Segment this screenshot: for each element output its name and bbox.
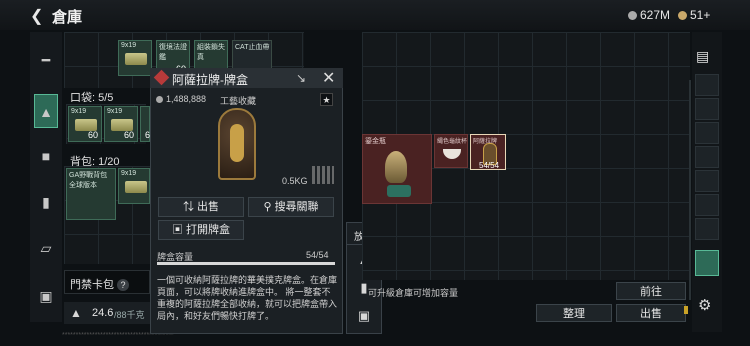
item-name: CAT止血帶: [235, 44, 270, 51]
popup-title: 阿薩拉牌-牌盒: [172, 73, 248, 87]
lock-icon: ▣: [171, 224, 183, 236]
price-row: 1,488,888: [156, 94, 206, 104]
toolbox-icon[interactable]: ▣: [354, 308, 374, 328]
vest-icon[interactable]: ▲: [34, 94, 58, 128]
card-pack-label: 門禁卡包?: [70, 276, 129, 292]
upgrade-hint: 可升級倉庫可增加容量: [368, 288, 459, 298]
item-name: 9x19: [121, 170, 137, 177]
close-icon[interactable]: ✕: [322, 68, 335, 88]
sell-button[interactable]: ⇅ 出售: [158, 197, 244, 217]
sell-button-label: 出售: [197, 201, 220, 213]
shield-icon[interactable]: ▱: [34, 236, 58, 260]
storage-home-icon[interactable]: ▤: [696, 48, 709, 65]
gear-icon[interactable]: ⚙: [698, 296, 711, 314]
currency-value-2: 51+: [690, 8, 711, 22]
inventory-item[interactable]: 60: [140, 106, 155, 142]
capacity-bar: [157, 262, 335, 265]
weapon-icon[interactable]: ━: [34, 48, 58, 72]
token-icon: [678, 11, 687, 20]
goto-button[interactable]: 前往: [616, 282, 686, 300]
storage-tab[interactable]: [695, 98, 719, 120]
inventory-item[interactable]: 9x19: [118, 40, 152, 76]
item-name: 組裝鎖失真: [197, 44, 225, 61]
backpack-item[interactable]: GA野戰背包 全球版本: [66, 168, 116, 220]
sell-icon: ⇅: [182, 201, 194, 213]
inventory-item[interactable]: 9x19: [118, 168, 150, 204]
vase-base: [387, 185, 411, 197]
search-icon: ⚲: [263, 201, 272, 213]
pocket-label: 口袋: 5/5: [70, 89, 113, 105]
capacity-value: 54/54: [306, 250, 329, 260]
backpack-icon[interactable]: ▮: [34, 190, 58, 214]
notice-badge: [684, 306, 688, 314]
favorite-star-icon[interactable]: ★: [320, 93, 333, 106]
help-icon[interactable]: ?: [117, 279, 129, 291]
storage-tab[interactable]: [695, 218, 719, 240]
item-size-grid-icon: [312, 166, 334, 184]
storage-tab[interactable]: [695, 74, 719, 96]
item-name: 9x19: [71, 108, 87, 115]
helmet-icon[interactable]: ■: [34, 144, 58, 168]
inventory-item[interactable]: 9x19 60: [68, 106, 102, 142]
item-name: 復境法證鑑: [159, 44, 187, 61]
pocket-count: 5/5: [98, 92, 114, 104]
search-related-label: 搜尋關聯: [274, 201, 319, 213]
left-sidebar: [30, 32, 62, 322]
item-weight: 0.5KG: [282, 176, 308, 186]
item-name: 9x19: [107, 108, 123, 115]
item-name: 鎏金瓶: [365, 138, 386, 145]
currency-display-1: 627M: [628, 8, 670, 22]
pocket-label-text: 口袋:: [70, 92, 96, 104]
currency-display-2[interactable]: 51+: [678, 8, 710, 22]
storage-item[interactable]: 縄色龜紋杯: [434, 134, 468, 168]
back-arrow-icon[interactable]: ❮: [30, 6, 43, 26]
inventory-item[interactable]: 9x19 60: [104, 106, 138, 142]
card-box-ornament: [230, 124, 244, 162]
item-name: 9x19: [121, 42, 137, 49]
weight-max: /88千克: [114, 310, 145, 320]
item-price: 1,488,888: [166, 94, 207, 104]
sort-button[interactable]: 整理: [536, 304, 612, 322]
item-count: 54/54: [479, 161, 500, 170]
item-description: 一個可收納阿薩拉牌的華美撲克牌盒。在倉庫頁面，可以將牌收納進牌盒中。 將一整套不…: [157, 275, 338, 321]
coin-icon: [628, 11, 637, 20]
collapse-icon[interactable]: ↘: [296, 71, 306, 85]
capacity-bar-fill: [157, 262, 335, 265]
storage-tab[interactable]: [695, 146, 719, 168]
selected-card-box[interactable]: 阿薩拉牌 54/54: [470, 134, 506, 170]
storage-tab-active[interactable]: [695, 250, 719, 276]
card-pack-label-text: 門禁卡包: [70, 279, 114, 291]
item-name: GA野戰背包 全球版本: [69, 172, 108, 189]
storage-item[interactable]: 鎏金瓶: [362, 134, 432, 204]
scrollbar[interactable]: [689, 80, 691, 300]
item-name: 縄色龜紋杯: [437, 139, 468, 145]
weight-value: 24.6: [92, 307, 114, 319]
item-count: 60: [87, 130, 98, 140]
coin-icon: [156, 96, 163, 103]
storage-tab[interactable]: [695, 122, 719, 144]
search-related-button[interactable]: ⚲ 搜尋關聯: [248, 197, 334, 217]
open-box-button[interactable]: ▣ 打開牌盒: [158, 220, 244, 240]
item-category: 工藝收藏: [220, 96, 257, 106]
ammo-icon: [125, 181, 147, 193]
open-box-label: 打開牌盒: [186, 224, 231, 236]
ammo-icon: [125, 53, 147, 65]
storage-sell-button[interactable]: 出售: [616, 304, 686, 322]
storage-tab[interactable]: [695, 194, 719, 216]
storage-tab[interactable]: [695, 170, 719, 192]
currency-value-1: 627M: [640, 8, 671, 22]
weight-display: ▲ 24.6 /88千克: [64, 302, 150, 324]
toolbox-icon[interactable]: ▣: [34, 284, 58, 308]
vase-image: [385, 151, 407, 183]
page-title: 倉庫: [52, 9, 83, 26]
item-count: 60: [123, 130, 134, 140]
weight-icon: ▲: [70, 306, 82, 320]
cup-image: [443, 149, 461, 159]
card-box-image: [218, 108, 256, 180]
